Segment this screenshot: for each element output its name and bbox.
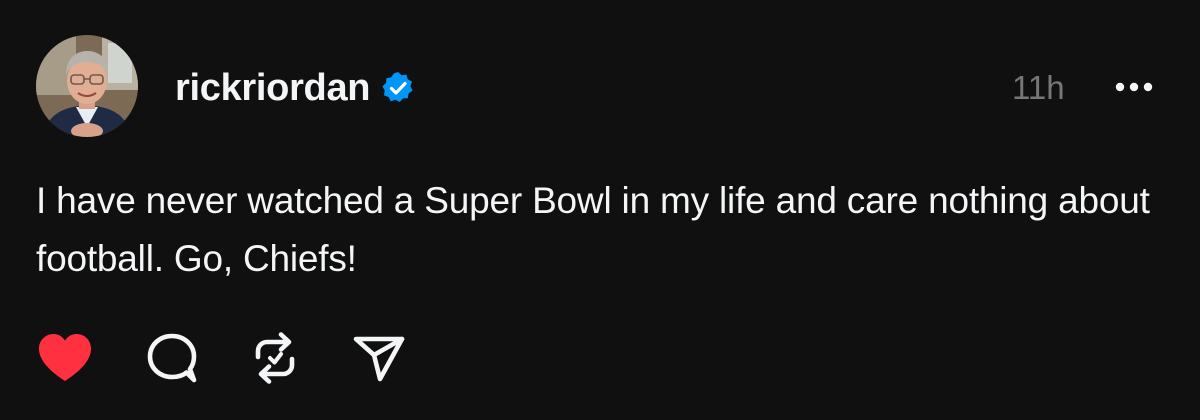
- heart-icon: [38, 334, 92, 381]
- post-timestamp: 11h: [1012, 69, 1065, 106]
- send-icon: [353, 336, 405, 382]
- more-options-button[interactable]: [1112, 72, 1158, 102]
- thread-post: rickriordan 11h I have never watched a S…: [0, 0, 1200, 420]
- like-button[interactable]: [36, 331, 96, 385]
- username[interactable]: rickriordan: [175, 66, 371, 110]
- verified-badge-icon: [380, 70, 416, 106]
- profile-photo: [36, 35, 138, 137]
- share-button[interactable]: [348, 331, 408, 385]
- more-dots-icon: [1115, 82, 1153, 92]
- avatar[interactable]: [36, 35, 138, 137]
- comment-icon: [147, 333, 197, 383]
- repost-button[interactable]: [246, 331, 306, 385]
- repost-icon: [255, 332, 295, 384]
- reply-button[interactable]: [142, 331, 202, 385]
- post-header: rickriordan: [175, 66, 416, 110]
- post-text: I have never watched a Super Bowl in my …: [36, 180, 1150, 279]
